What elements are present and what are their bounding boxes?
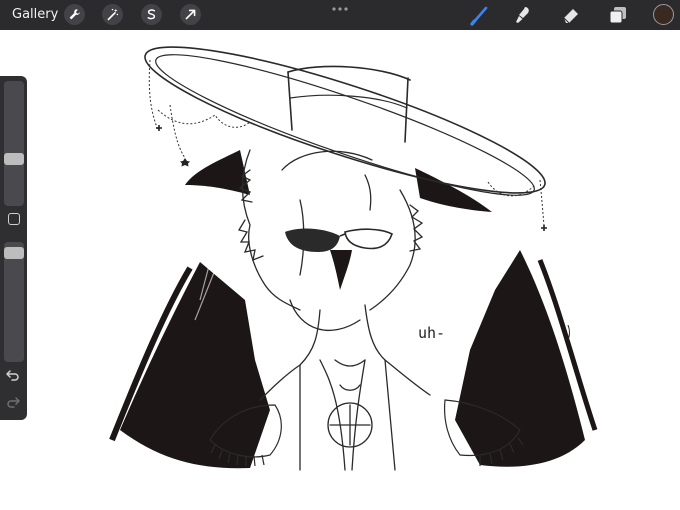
color-picker-swatch[interactable] [653,4,674,25]
drawing-canvas[interactable]: uh- [0,30,680,510]
layers-icon[interactable] [607,4,629,26]
eraser-icon[interactable] [560,4,582,26]
hat-chains [148,59,545,226]
glasses [285,228,393,252]
smudge-icon[interactable] [512,4,534,26]
transform-arrow-icon[interactable] [180,4,201,25]
hat [144,46,546,196]
top-toolbar: Gallery [0,0,680,30]
right-wing [455,250,598,467]
beak [330,250,352,290]
handwritten-text: uh- [418,324,445,342]
more-dots-icon[interactable] [331,5,349,13]
coat [259,304,431,471]
selection-icon[interactable] [141,4,162,25]
gallery-button[interactable]: Gallery [12,7,58,22]
brush-icon[interactable] [469,4,491,26]
wrench-icon[interactable] [64,4,85,25]
magic-wand-icon[interactable] [102,4,123,25]
left-wing [109,261,270,469]
